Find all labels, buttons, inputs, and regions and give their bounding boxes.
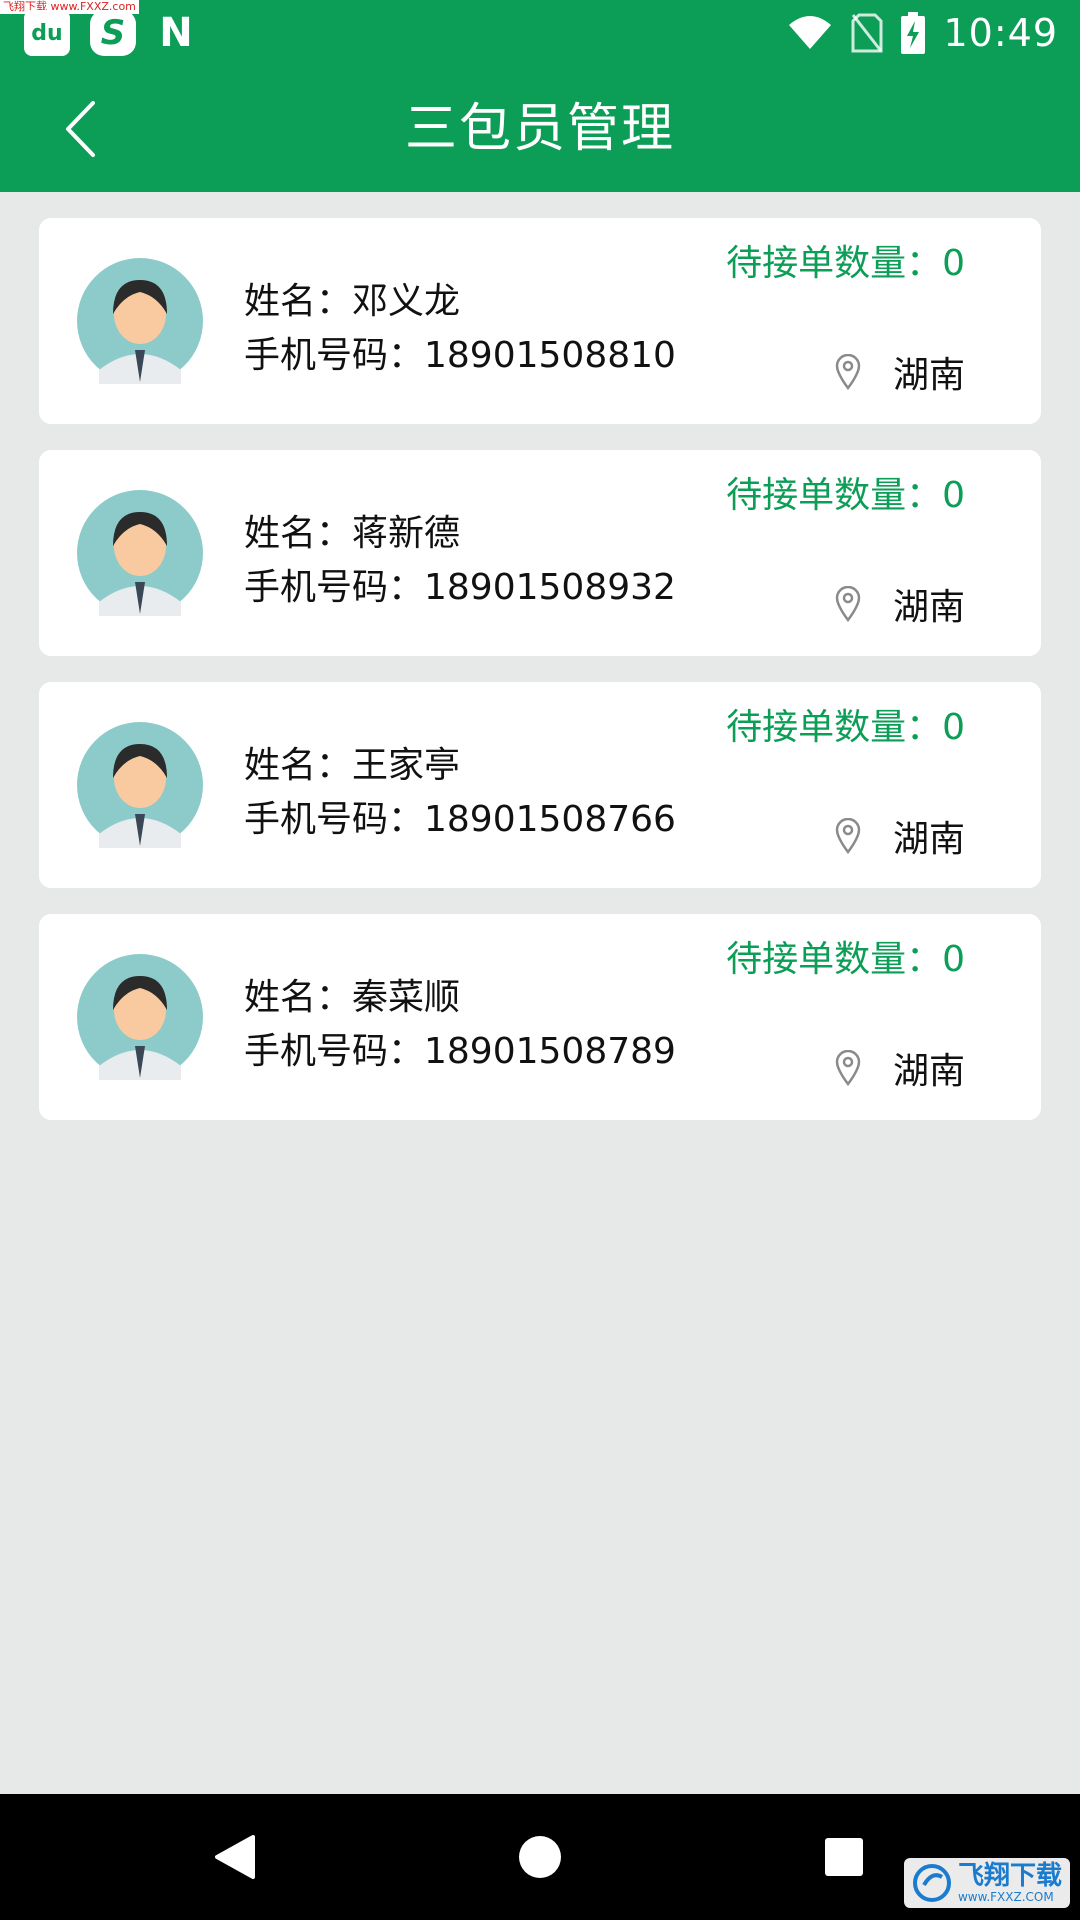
- home-circle-icon: [519, 1836, 561, 1878]
- member-phone: 手机号码：18901508766: [244, 799, 676, 840]
- watermark-title: 飞翔下载: [957, 1861, 1062, 1891]
- avatar: [77, 490, 203, 616]
- avatar: [77, 954, 203, 1080]
- du-app-icon: du: [24, 10, 70, 56]
- location: 湖南: [835, 346, 965, 398]
- watermark-url: www.FXXZ.COM: [957, 1890, 1054, 1904]
- status-time: 10:49: [943, 11, 1058, 55]
- member-name: 姓名：秦菜顺: [244, 977, 461, 1018]
- page-title: 三包员管理: [404, 99, 675, 159]
- location-pin-icon: [835, 818, 861, 854]
- pending-count: 待接单数量：0: [726, 707, 965, 748]
- member-name: 姓名：邓义龙: [244, 281, 461, 322]
- pending-count: 待接单数量：0: [726, 939, 965, 980]
- location-text: 湖南: [892, 1051, 965, 1092]
- battery-charging-icon: [901, 12, 926, 54]
- location-pin-icon: [835, 1050, 861, 1086]
- chevron-left-icon: [66, 101, 95, 157]
- location: 湖南: [835, 1042, 965, 1094]
- member-name: 姓名：王家亭: [244, 745, 461, 786]
- location-pin-icon: [835, 586, 861, 622]
- member-name: 姓名：蒋新德: [244, 513, 461, 554]
- location-text: 湖南: [892, 587, 965, 628]
- no-sim-icon: [851, 13, 883, 53]
- member-card[interactable]: 姓名：蒋新德 手机号码：18901508932 待接单数量：0 湖南: [39, 450, 1041, 656]
- location: 湖南: [835, 578, 965, 630]
- pending-count: 待接单数量：0: [726, 243, 965, 284]
- member-card[interactable]: 姓名：王家亭 手机号码：18901508766 待接单数量：0 湖南: [39, 682, 1041, 888]
- avatar: [77, 258, 203, 384]
- back-triangle-icon: [215, 1835, 255, 1879]
- member-phone: 手机号码：18901508810: [244, 335, 676, 376]
- nav-recents-button[interactable]: [811, 1824, 877, 1890]
- app-bar: 三包员管理: [0, 66, 1080, 192]
- notification-icons: du S N: [24, 10, 196, 56]
- location: 湖南: [835, 810, 965, 862]
- location-pin-icon: [835, 354, 861, 390]
- watermark-bottom: 飞翔下载 www.FXXZ.COM: [903, 1858, 1070, 1908]
- system-status-icons: 10:49: [787, 8, 1058, 58]
- nav-home-button[interactable]: [507, 1824, 573, 1890]
- nav-back-button[interactable]: [202, 1824, 268, 1890]
- member-phone: 手机号码：18901508932: [244, 567, 676, 608]
- member-list: 姓名：邓义龙 手机号码：18901508810 待接单数量：0 湖南 姓名：蒋新…: [39, 218, 1041, 1146]
- member-phone: 手机号码：18901508789: [244, 1031, 676, 1072]
- recents-square-icon: [825, 1838, 863, 1876]
- location-text: 湖南: [892, 355, 965, 396]
- n-app-icon: N: [159, 10, 193, 56]
- s-app-icon: S: [90, 10, 136, 56]
- location-text: 湖南: [892, 819, 965, 860]
- member-card[interactable]: 姓名：秦菜顺 手机号码：18901508789 待接单数量：0 湖南: [39, 914, 1041, 1120]
- wifi-icon: [789, 16, 832, 49]
- back-button[interactable]: [50, 96, 110, 162]
- member-card[interactable]: 姓名：邓义龙 手机号码：18901508810 待接单数量：0 湖南: [39, 218, 1041, 424]
- pending-count: 待接单数量：0: [726, 475, 965, 516]
- status-bar: 飞翔下载 www.FXXZ.com du S N 10:49: [0, 0, 1080, 66]
- avatar: [77, 722, 203, 848]
- watermark-logo-icon: [912, 1864, 951, 1902]
